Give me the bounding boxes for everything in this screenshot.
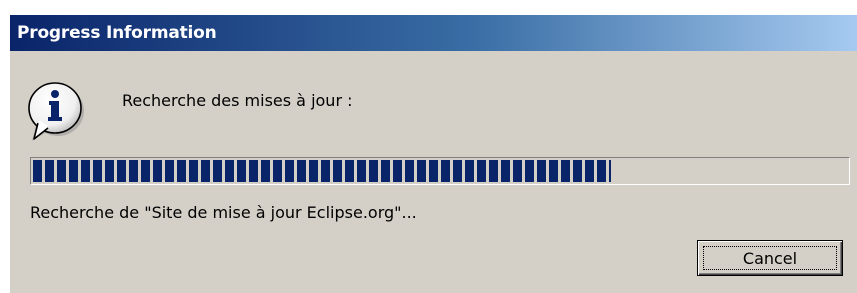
progress-bar: [30, 157, 850, 185]
progress-bar-track: [33, 160, 847, 182]
progress-detail: Recherche de "Site de mise à jour Eclips…: [30, 203, 417, 222]
window-title: Progress Information: [17, 23, 217, 43]
info-icon: [28, 82, 84, 141]
cancel-button[interactable]: Cancel: [697, 240, 843, 276]
progress-message: Recherche des mises à jour :: [122, 91, 353, 110]
cancel-button-label: Cancel: [742, 248, 798, 268]
title-bar[interactable]: Progress Information: [10, 15, 857, 51]
progress-dialog: Progress Information Recherche des mises…: [9, 14, 857, 293]
progress-bar-fill: [33, 160, 611, 182]
